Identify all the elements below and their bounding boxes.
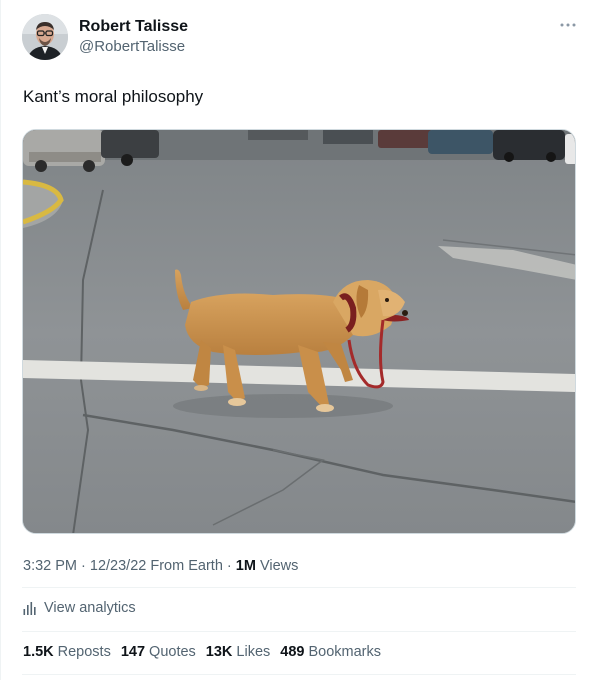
person-avatar-icon — [22, 14, 68, 60]
tweet-source: From Earth — [150, 558, 223, 574]
stat-count: 13K — [205, 644, 233, 660]
author-handle[interactable]: @RobertTalisse — [79, 37, 185, 57]
tweet-meta: 3:32 PM · 12/23/22 From Earth · 1M Views — [23, 557, 298, 575]
tweet-card: Robert Talisse @RobertTalisse Kant’s mor… — [0, 0, 593, 680]
tweet-date[interactable]: 12/23/22 — [90, 558, 146, 574]
author-avatar[interactable] — [22, 14, 68, 60]
stat-label: Reposts — [57, 644, 111, 660]
engagement-stats: 1.5K Reposts 147 Quotes 13K Likes 489 Bo… — [23, 643, 381, 661]
divider — [22, 674, 576, 675]
stat-count: 489 — [280, 644, 305, 660]
stat-label: Quotes — [149, 644, 196, 660]
more-options-button[interactable] — [556, 16, 580, 34]
author-name[interactable]: Robert Talisse — [79, 17, 188, 37]
tweet-media-photo[interactable] — [22, 129, 576, 534]
stat-label: Bookmarks — [308, 644, 381, 660]
bookmarks-stat[interactable]: 489 Bookmarks — [280, 643, 381, 661]
bar-chart-icon — [23, 601, 36, 615]
tweet-text: Kant’s moral philosophy — [23, 87, 204, 106]
meta-separator: · — [226, 558, 236, 574]
view-analytics-link[interactable]: View analytics — [23, 599, 136, 617]
quotes-stat[interactable]: 147 Quotes — [121, 643, 196, 661]
likes-stat[interactable]: 13K Likes — [206, 643, 270, 661]
divider — [22, 587, 576, 588]
view-analytics-label: View analytics — [44, 600, 136, 616]
stat-label: Likes — [236, 644, 271, 660]
stat-count: 1.5K — [23, 644, 54, 660]
reposts-stat[interactable]: 1.5K Reposts — [23, 643, 111, 661]
divider — [22, 631, 576, 632]
ellipsis-icon — [560, 23, 576, 27]
views-count: 1M — [235, 558, 256, 574]
meta-separator: · — [81, 558, 90, 574]
stat-count: 147 — [120, 644, 146, 660]
dog-photo — [23, 130, 575, 533]
tweet-time[interactable]: 3:32 PM — [23, 558, 77, 574]
views-label: Views — [259, 558, 299, 574]
